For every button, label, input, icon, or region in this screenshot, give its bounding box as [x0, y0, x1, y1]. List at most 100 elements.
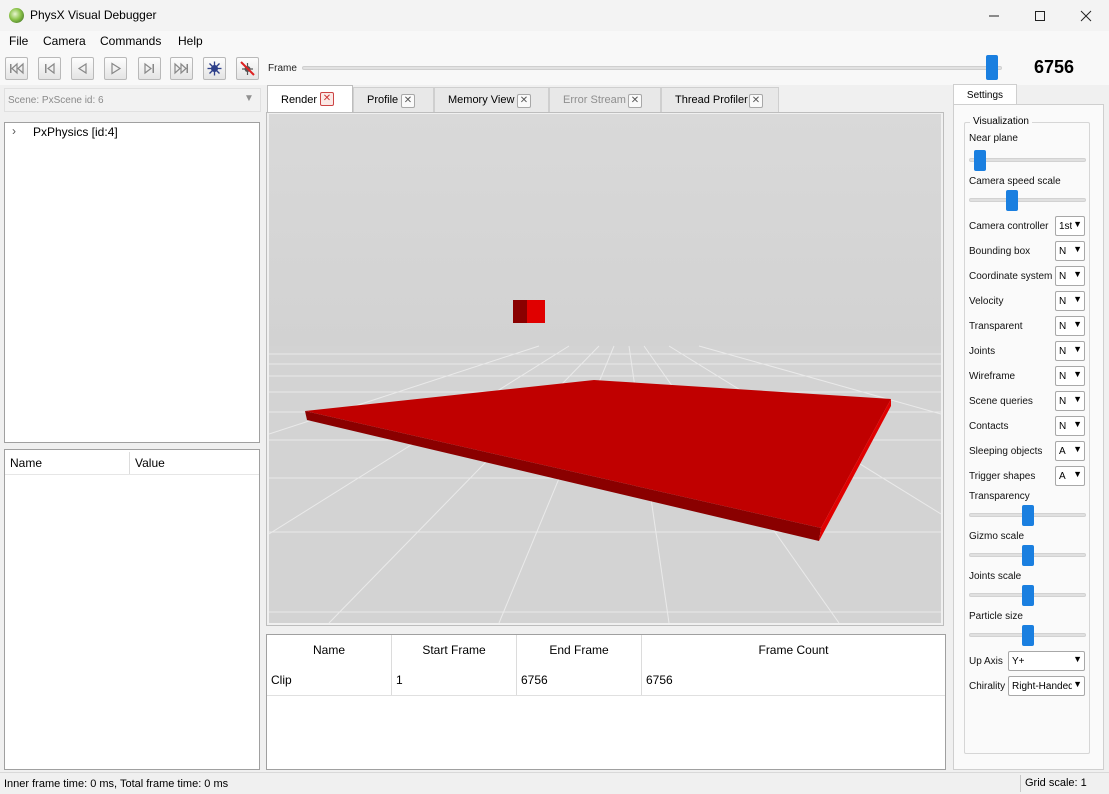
- row-divider: [267, 695, 945, 696]
- frame-slider-track[interactable]: [302, 66, 1002, 70]
- select-value: 1st: [1059, 221, 1073, 232]
- select-value: N: [1059, 396, 1067, 407]
- maximize-button[interactable]: [1017, 0, 1063, 31]
- menu-help[interactable]: Help: [178, 34, 203, 48]
- dropdown-arrow-icon: ▼: [244, 93, 254, 104]
- close-button[interactable]: [1063, 0, 1109, 31]
- clip-col-name[interactable]: Name: [267, 635, 392, 664]
- close-tab-icon[interactable]: ✕: [401, 94, 415, 108]
- scene-queries-select[interactable]: N ▼: [1055, 391, 1085, 411]
- tree-item[interactable]: PxPhysics [id:4]: [33, 125, 118, 139]
- minimize-icon: [989, 15, 999, 16]
- grid-scale-status: Grid scale: 1: [1020, 775, 1106, 792]
- select-value: N: [1059, 296, 1067, 307]
- close-tab-icon[interactable]: ✕: [320, 92, 334, 106]
- step-back-far-button[interactable]: [38, 57, 61, 80]
- menu-commands[interactable]: Commands: [100, 34, 161, 48]
- connect-button[interactable]: [203, 57, 226, 80]
- properties-header: [5, 450, 259, 475]
- close-tab-icon[interactable]: ✕: [628, 94, 642, 108]
- tab-thread-profiler[interactable]: Thread Profiler ✕: [661, 87, 779, 112]
- tab-error-stream[interactable]: Error Stream ✕: [549, 87, 661, 112]
- dropdown-arrow-icon: ▼: [1072, 269, 1082, 279]
- tab-memory-view[interactable]: Memory View ✕: [434, 87, 549, 112]
- contacts-select[interactable]: N ▼: [1055, 416, 1085, 436]
- menu-file[interactable]: File: [9, 34, 28, 48]
- sleeping-objects-select[interactable]: A ▼: [1055, 441, 1085, 461]
- dropdown-arrow-icon: ▼: [1072, 394, 1082, 404]
- scene-tree[interactable]: [4, 122, 260, 443]
- near-plane-label: Near plane: [969, 133, 1018, 144]
- dropdown-arrow-icon: ▼: [1072, 344, 1082, 354]
- dropdown-arrow-icon: ▼: [1072, 419, 1082, 429]
- tab-profile[interactable]: Profile ✕: [353, 87, 434, 112]
- disconnect-button[interactable]: [236, 57, 259, 80]
- sky: [269, 114, 941, 348]
- tab-label: Thread Profiler: [675, 94, 748, 106]
- up-axis-select[interactable]: Y+ ▼: [1008, 651, 1085, 671]
- trigger-shapes-select[interactable]: A ▼: [1055, 466, 1085, 486]
- particle-size-slider-handle[interactable]: [1021, 625, 1034, 646]
- camera-speed-slider-handle[interactable]: [1005, 190, 1018, 211]
- red-cube: [513, 300, 545, 323]
- joints-scale-label: Joints scale: [969, 571, 1022, 582]
- disconnect-icon: [240, 61, 255, 76]
- joints-scale-slider-handle[interactable]: [1021, 585, 1034, 606]
- clip-col-end-frame[interactable]: End Frame: [517, 635, 642, 664]
- column-header-value[interactable]: Value: [135, 456, 165, 470]
- clip-col-frame-count[interactable]: Frame Count: [642, 635, 945, 664]
- camera-controller-select[interactable]: 1st ▼: [1055, 216, 1085, 236]
- sleeping-objects-label: Sleeping objects: [969, 446, 1043, 457]
- transparency-slider-handle[interactable]: [1021, 505, 1034, 526]
- transparent-select[interactable]: N ▼: [1055, 316, 1085, 336]
- clip-col-start-frame[interactable]: Start Frame: [392, 635, 517, 664]
- minimize-button[interactable]: [971, 0, 1017, 31]
- coordinate-system-select[interactable]: N ▼: [1055, 266, 1085, 286]
- close-tab-icon[interactable]: ✕: [749, 94, 763, 108]
- chirality-label: Chirality: [969, 681, 1006, 692]
- play-button[interactable]: [104, 57, 127, 80]
- wireframe-select[interactable]: N ▼: [1055, 366, 1085, 386]
- dropdown-arrow-icon: ▼: [1072, 294, 1082, 304]
- play-icon: [111, 62, 122, 75]
- clip-cell-end-frame[interactable]: 6756: [517, 664, 642, 695]
- chirality-select[interactable]: Right-Handed ▼: [1008, 676, 1085, 696]
- clip-cell-name[interactable]: Clip: [267, 664, 392, 695]
- near-plane-slider-track[interactable]: [969, 158, 1086, 162]
- column-divider[interactable]: [129, 452, 130, 474]
- select-value: Y+: [1012, 656, 1025, 667]
- skip-to-end-button[interactable]: [170, 57, 193, 80]
- chevron-right-icon[interactable]: ›: [12, 124, 16, 138]
- select-value: Right-Handed: [1012, 681, 1074, 692]
- step-forward-button[interactable]: [138, 57, 161, 80]
- dropdown-arrow-icon: ▼: [1072, 679, 1082, 689]
- gizmo-scale-slider-handle[interactable]: [1021, 545, 1034, 566]
- select-value: N: [1059, 246, 1067, 257]
- app-logo-icon: [9, 8, 24, 23]
- coordinate-system-label: Coordinate system: [969, 271, 1053, 282]
- skip-to-start-button[interactable]: [5, 57, 28, 80]
- tab-settings[interactable]: Settings: [953, 84, 1017, 105]
- menu-camera[interactable]: Camera: [43, 34, 86, 48]
- tab-label: Memory View: [448, 94, 515, 106]
- close-tab-icon[interactable]: ✕: [517, 94, 531, 108]
- frame-time-status: Inner frame time: 0 ms, Total frame time…: [4, 778, 229, 790]
- joints-select[interactable]: N ▼: [1055, 341, 1085, 361]
- clip-cell-start-frame[interactable]: 1: [392, 664, 517, 695]
- velocity-select[interactable]: N ▼: [1055, 291, 1085, 311]
- bounding-box-select[interactable]: N ▼: [1055, 241, 1085, 261]
- frame-label: Frame: [268, 63, 297, 74]
- render-viewport[interactable]: [269, 114, 941, 623]
- step-back-button[interactable]: [71, 57, 94, 80]
- camera-speed-slider-track[interactable]: [969, 198, 1086, 202]
- near-plane-slider-handle[interactable]: [974, 150, 987, 171]
- tab-render[interactable]: Render ✕: [267, 85, 353, 113]
- clip-cell-frame-count[interactable]: 6756: [642, 664, 945, 695]
- tab-label: Error Stream: [563, 94, 626, 106]
- dropdown-arrow-icon: ▼: [1072, 319, 1082, 329]
- step-back-far-icon: [45, 62, 55, 75]
- frame-slider-handle[interactable]: [986, 55, 998, 80]
- trigger-shapes-label: Trigger shapes: [969, 471, 1036, 482]
- column-header-name[interactable]: Name: [10, 456, 42, 470]
- scene-queries-label: Scene queries: [969, 396, 1033, 407]
